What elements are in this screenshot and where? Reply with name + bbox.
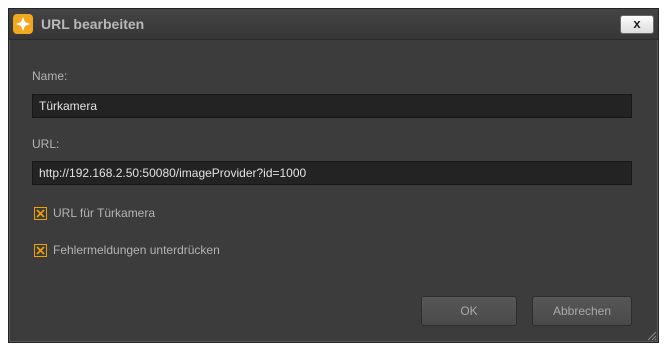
resize-grip-icon[interactable] <box>645 329 657 341</box>
suppress-errors-label: Fehlermeldungen unterdrücken <box>53 243 220 257</box>
checkmark-x-icon <box>36 208 45 218</box>
close-button[interactable]: x <box>620 15 654 34</box>
suppress-errors-checkbox[interactable] <box>34 243 47 257</box>
title-bar[interactable]: URL bearbeiten x <box>9 9 658 40</box>
ok-button[interactable]: OK <box>421 296 517 326</box>
url-option-row[interactable]: URL für Türkamera <box>34 205 155 221</box>
app-logo-icon <box>13 14 33 34</box>
checkmark-x-icon <box>36 245 45 255</box>
url-option-checkbox[interactable] <box>34 206 47 220</box>
url-field[interactable] <box>32 161 632 185</box>
dialog-window: URL bearbeiten x Name: URL: URL für Türk… <box>8 8 659 343</box>
suppress-errors-row[interactable]: Fehlermeldungen unterdrücken <box>34 242 220 258</box>
name-label: Name: <box>32 69 68 83</box>
name-field[interactable] <box>32 94 632 118</box>
url-option-label: URL für Türkamera <box>53 206 156 220</box>
url-label: URL: <box>32 137 60 151</box>
window-title: URL bearbeiten <box>41 16 145 32</box>
cancel-button[interactable]: Abbrechen <box>532 296 632 326</box>
